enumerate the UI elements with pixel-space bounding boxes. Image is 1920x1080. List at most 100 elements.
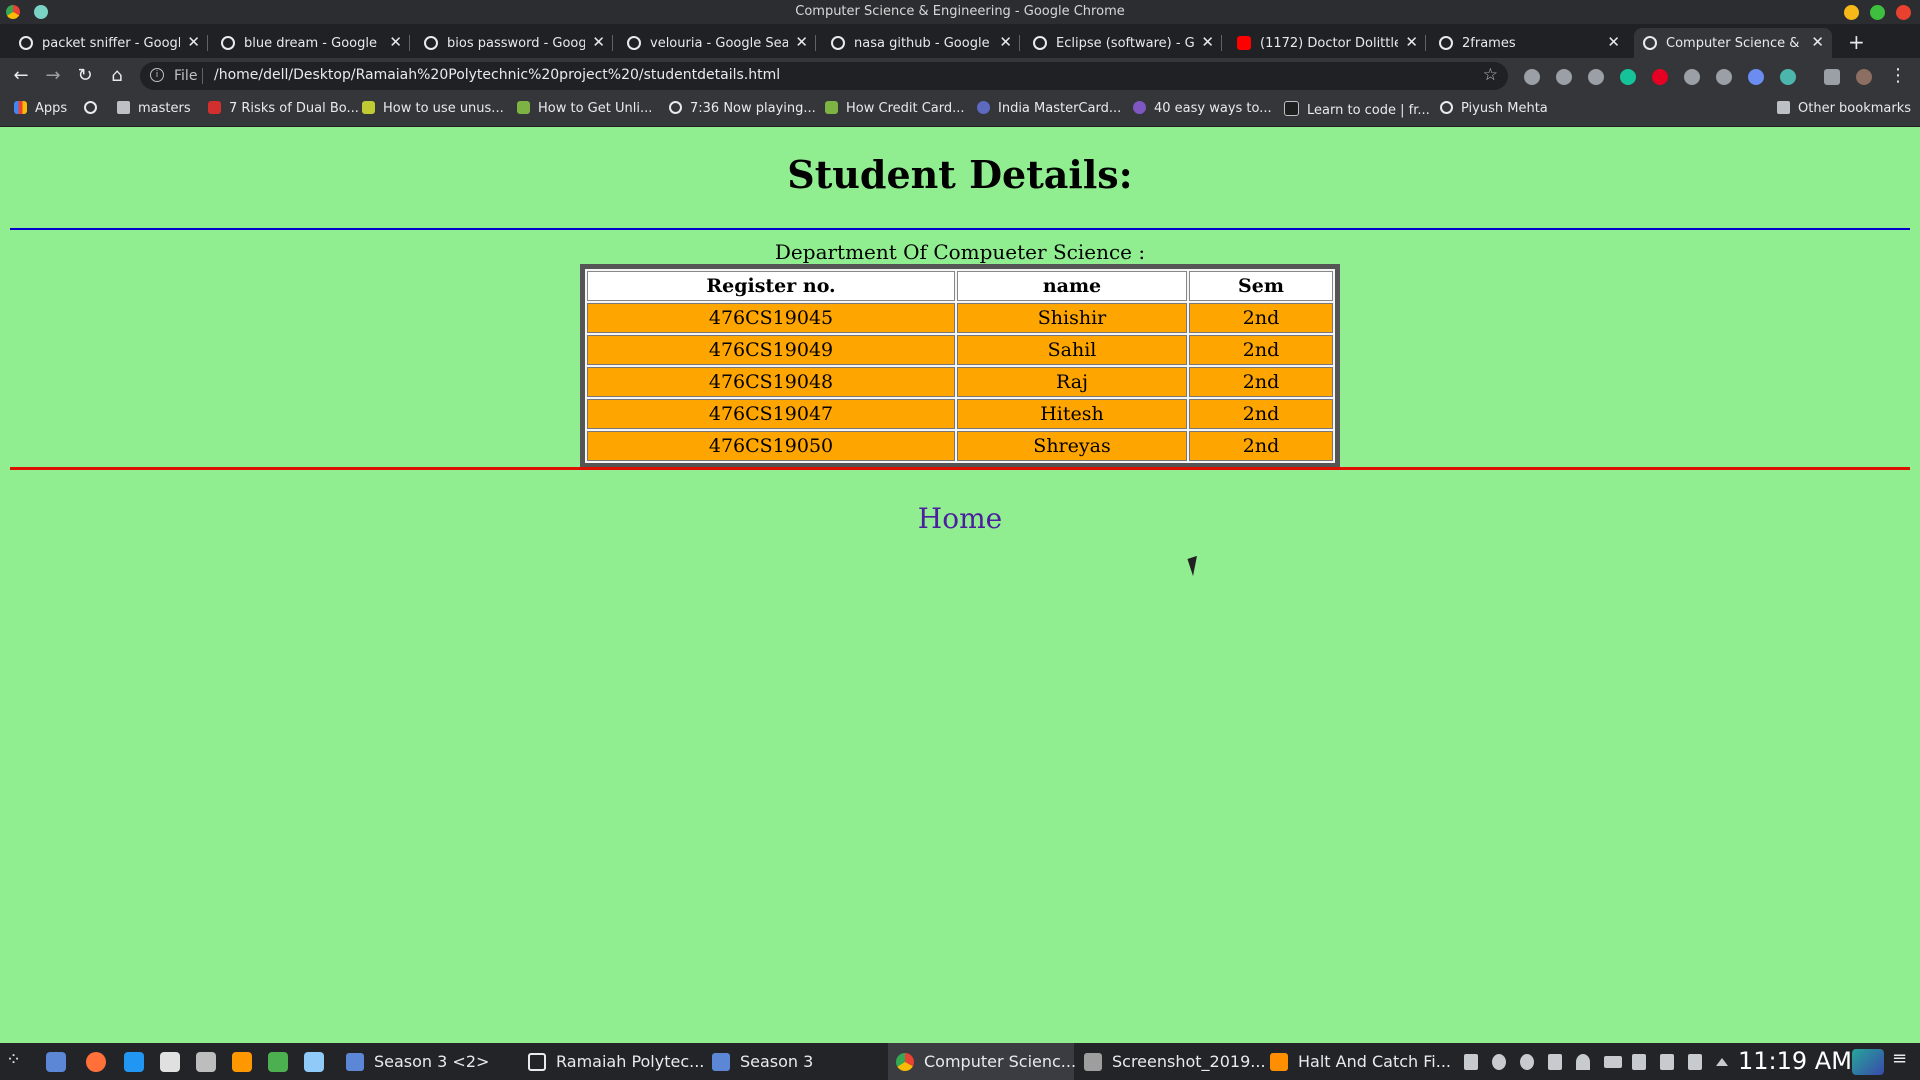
launcher-icon[interactable] (196, 1052, 216, 1072)
tab[interactable]: Eclipse (software) - Goo ✕ (1024, 28, 1222, 58)
close-tab-icon[interactable]: ✕ (795, 33, 808, 51)
url-text[interactable]: /home/dell/Desktop/Ramaiah%20Polytechnic… (214, 67, 780, 83)
register-cell: 476CS19045 (587, 303, 955, 333)
bookmark-google[interactable] (84, 101, 105, 116)
bookmark-folder-masters[interactable]: masters (117, 101, 191, 116)
profile-avatar[interactable] (1856, 69, 1872, 85)
extension-icon[interactable] (1556, 69, 1572, 85)
screenshot-icon[interactable] (160, 1052, 180, 1072)
extension-icon[interactable] (1588, 69, 1604, 85)
home-link[interactable]: Home (0, 502, 1920, 535)
sem-cell: 2nd (1189, 335, 1333, 365)
google-icon (84, 101, 97, 114)
close-tab-icon[interactable]: ✕ (1811, 33, 1824, 51)
name-cell: Shreyas (957, 431, 1187, 461)
bookmark-apps[interactable]: Apps (14, 101, 67, 116)
bookmark[interactable]: 7 Risks of Dual Bo... (208, 101, 359, 116)
tab-active[interactable]: Computer Science & E ✕ (1634, 28, 1832, 58)
close-tab-icon[interactable]: ✕ (389, 33, 402, 51)
close-tab-icon[interactable]: ✕ (592, 33, 605, 51)
download-icon[interactable] (1780, 69, 1796, 85)
bookmark[interactable]: 7:36 Now playing... (669, 101, 816, 116)
globe-icon (669, 101, 682, 114)
url-scheme: File (174, 68, 198, 84)
file-manager-icon[interactable] (46, 1052, 66, 1072)
firefox-icon[interactable] (86, 1052, 106, 1072)
google-icon (627, 36, 641, 50)
new-tab-button[interactable]: + (1848, 30, 1865, 54)
clipboard-icon[interactable] (1660, 1054, 1674, 1070)
close-tab-icon[interactable]: ✕ (999, 33, 1012, 51)
bookmark[interactable]: How Credit Card... (825, 101, 965, 116)
clock[interactable]: 11:19 AM (1738, 1047, 1852, 1075)
lock-icon[interactable] (1632, 1054, 1646, 1070)
menu-kebab-icon[interactable]: ⋮ (1886, 64, 1910, 88)
volume-icon[interactable] (1688, 1054, 1702, 1070)
tab[interactable]: (1172) Doctor Dolittle r ✕ (1228, 28, 1426, 58)
bookmark-star-icon[interactable]: ☆ (1483, 65, 1498, 85)
bookmark-other[interactable]: Other bookmarks (1777, 101, 1911, 116)
student-table: Register no. name Sem 476CS19045 Shishir… (580, 264, 1340, 468)
tray-icon[interactable] (1492, 1054, 1506, 1070)
bookmark[interactable]: Piyush Mehta (1440, 101, 1548, 116)
taskbar-item[interactable]: Season 3 <2> (338, 1043, 520, 1080)
wifi-icon[interactable] (1576, 1054, 1590, 1070)
tab[interactable]: 2frames ✕ (1430, 28, 1628, 58)
bluetooth-icon[interactable] (1548, 1054, 1562, 1070)
bookmark[interactable]: India MasterCard... (977, 101, 1121, 116)
tab[interactable]: blue dream - Google Se ✕ (212, 28, 410, 58)
start-menu-icon[interactable]: ⁘ (6, 1049, 26, 1070)
google-icon (831, 36, 845, 50)
taskbar-item[interactable]: Halt And Catch Fi... (1262, 1043, 1451, 1080)
bookmark[interactable]: Learn to code | fr... (1284, 101, 1430, 118)
page-content: Student Details: Department Of Compueter… (0, 127, 1920, 1043)
close-tab-icon[interactable]: ✕ (187, 33, 200, 51)
tab[interactable]: packet sniffer - Google ✕ (10, 28, 208, 58)
extension-icon[interactable] (1748, 69, 1764, 85)
close-tab-icon[interactable]: ✕ (1607, 33, 1620, 51)
media-control-icon[interactable] (1824, 69, 1840, 85)
department-caption: Department Of Compueter Science : (774, 240, 1146, 264)
tab[interactable]: velouria - Google Searc ✕ (618, 28, 816, 58)
battery-icon[interactable] (1604, 1056, 1622, 1068)
tab[interactable]: nasa github - Google S ✕ (822, 28, 1020, 58)
maximize-button[interactable] (1870, 5, 1885, 20)
back-button[interactable]: ← (9, 64, 33, 88)
tray-icon[interactable] (1520, 1054, 1534, 1070)
bookmark[interactable]: How to use unus... (362, 101, 504, 116)
home-button[interactable]: ⌂ (105, 64, 129, 88)
grammarly-icon[interactable] (1620, 69, 1636, 85)
address-bar[interactable]: i File /home/dell/Desktop/Ramaiah%20Poly… (140, 62, 1508, 90)
tray-expand-icon[interactable] (1716, 1058, 1728, 1066)
article-icon (208, 101, 221, 114)
extension-icon[interactable] (1716, 69, 1732, 85)
taskbar-item-active[interactable]: Computer Scienc... (888, 1043, 1076, 1080)
close-tab-icon[interactable]: ✕ (1201, 33, 1214, 51)
google-icon (221, 36, 235, 50)
info-icon[interactable]: i (150, 68, 164, 82)
extension-icon[interactable] (1684, 69, 1700, 85)
tab[interactable]: bios password - Google ✕ (415, 28, 613, 58)
sublime-icon[interactable] (232, 1052, 252, 1072)
tab-title: Computer Science & E (1666, 36, 1804, 51)
pinterest-icon[interactable] (1652, 69, 1668, 85)
chrome-icon (896, 1053, 914, 1071)
reload-button[interactable]: ↻ (73, 64, 97, 88)
app-icon[interactable] (304, 1052, 324, 1072)
register-cell: 476CS19048 (587, 367, 955, 397)
forward-button[interactable]: → (41, 64, 65, 88)
minimize-button[interactable] (1844, 5, 1859, 20)
close-window-button[interactable] (1896, 5, 1911, 20)
taskbar-item[interactable]: Season 3 (704, 1043, 886, 1080)
extension-icon[interactable] (1524, 69, 1540, 85)
vscode-icon[interactable] (124, 1052, 144, 1072)
taskbar-item[interactable]: Ramaiah Polytec... (520, 1043, 704, 1080)
desktop-preview-icon[interactable] (1852, 1049, 1884, 1075)
tray-icon[interactable] (1464, 1054, 1478, 1070)
menu-icon[interactable]: ≡ (1892, 1048, 1912, 1069)
close-tab-icon[interactable]: ✕ (1405, 33, 1418, 51)
taskbar-item[interactable]: Screenshot_2019... (1076, 1043, 1266, 1080)
bookmark[interactable]: 40 easy ways to... (1133, 101, 1272, 116)
bookmark[interactable]: How to Get Unli... (517, 101, 652, 116)
vim-icon[interactable] (268, 1052, 288, 1072)
